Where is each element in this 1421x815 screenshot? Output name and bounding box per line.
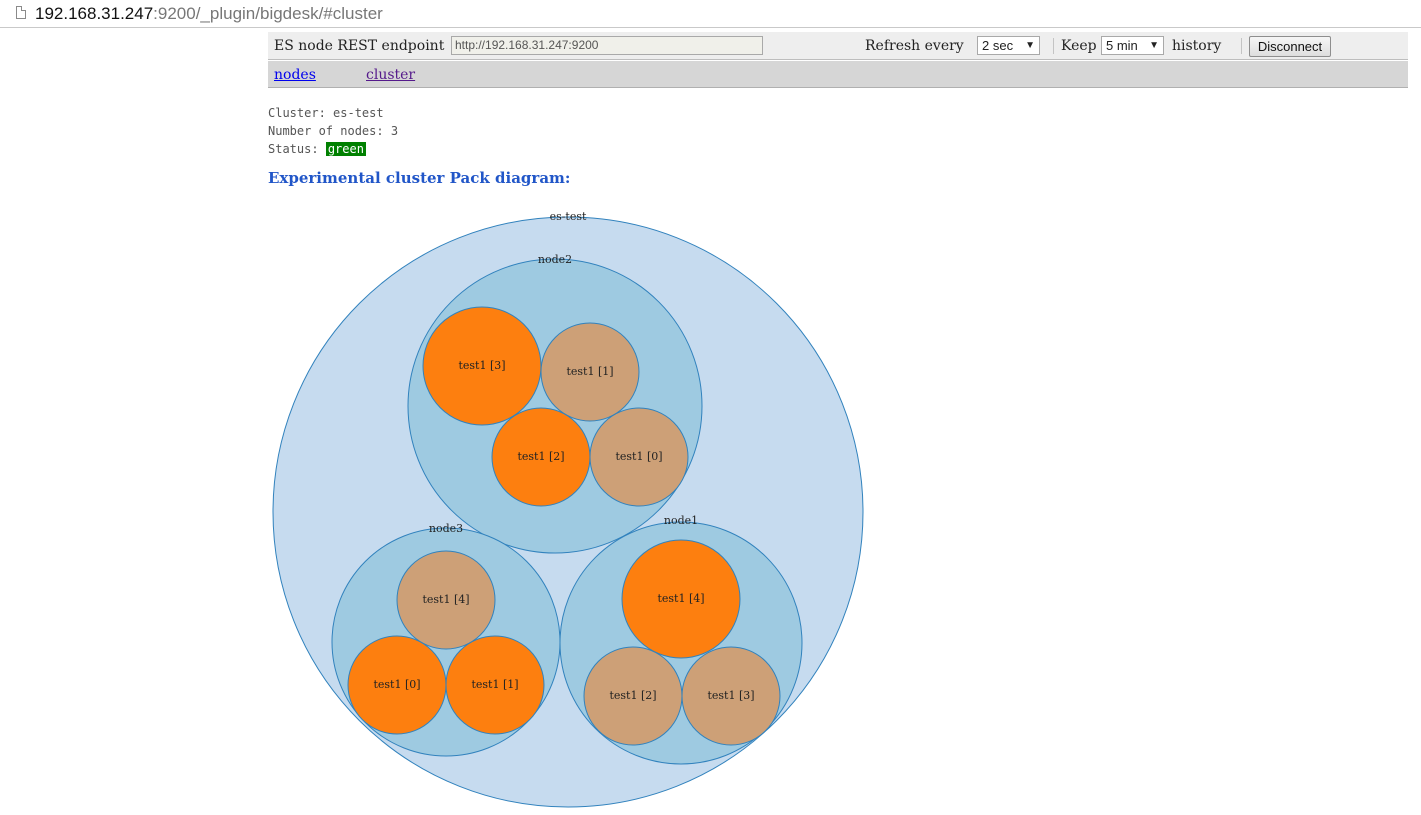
node-label: node3 — [429, 522, 463, 535]
node-label: node2 — [538, 253, 572, 266]
shard-label: test1 [0] — [615, 450, 662, 463]
shard-label: test1 [1] — [471, 678, 518, 691]
cluster-label: es-test — [550, 210, 587, 223]
node-label: node1 — [664, 514, 698, 527]
shard-label: test1 [3] — [707, 689, 754, 702]
shard-label: test1 [2] — [609, 689, 656, 702]
shard-label: test1 [4] — [422, 593, 469, 606]
shard-label: test1 [0] — [373, 678, 420, 691]
shard-label: test1 [2] — [517, 450, 564, 463]
shard-label: test1 [1] — [566, 365, 613, 378]
shard-label: test1 [3] — [458, 359, 505, 372]
pack-diagram: es-test node2 test1 [3] test1 [1] test1 … — [272, 210, 864, 808]
shard-label: test1 [4] — [657, 592, 704, 605]
